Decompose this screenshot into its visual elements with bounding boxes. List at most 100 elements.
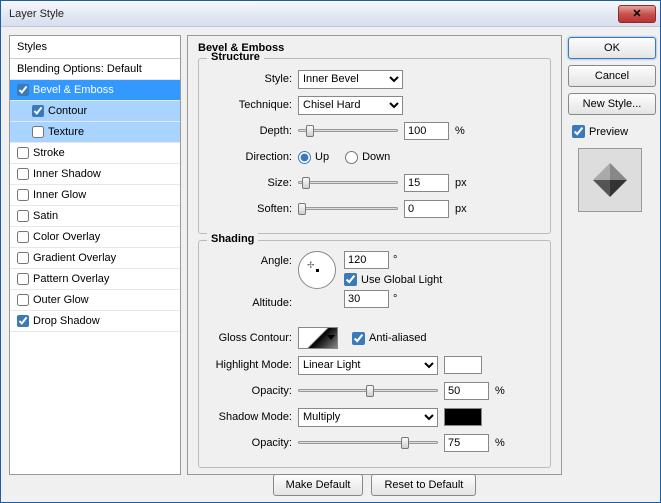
style-checkbox[interactable] xyxy=(17,273,29,285)
new-style-button[interactable]: New Style... xyxy=(568,93,656,115)
highlight-opacity-label: Opacity: xyxy=(207,385,292,397)
depth-unit: % xyxy=(455,125,473,137)
highlight-opacity-slider[interactable] xyxy=(298,384,438,398)
highlight-opacity-unit: % xyxy=(495,385,513,397)
angle-unit: ° xyxy=(393,254,397,266)
style-checkbox[interactable] xyxy=(17,84,29,96)
style-label: Inner Shadow xyxy=(33,168,101,180)
altitude-unit: ° xyxy=(393,293,397,305)
soften-unit: px xyxy=(455,203,473,215)
style-checkbox[interactable] xyxy=(17,315,29,327)
size-label: Size: xyxy=(207,177,292,189)
style-label: Pattern Overlay xyxy=(33,273,109,285)
titlebar[interactable]: Layer Style ✕ xyxy=(1,1,660,27)
style-item-stroke[interactable]: Stroke xyxy=(10,143,180,164)
style-checkbox[interactable] xyxy=(17,189,29,201)
bevel-preview-icon xyxy=(589,159,631,201)
gloss-contour-picker[interactable] xyxy=(298,327,338,349)
cancel-button[interactable]: Cancel xyxy=(568,65,656,87)
style-checkbox[interactable] xyxy=(17,252,29,264)
make-default-button[interactable]: Make Default xyxy=(273,474,364,496)
size-unit: px xyxy=(455,177,473,189)
blending-options[interactable]: Blending Options: Default xyxy=(10,59,180,80)
style-label: Drop Shadow xyxy=(33,315,100,327)
style-label: Style: xyxy=(207,73,292,85)
shading-legend: Shading xyxy=(207,233,258,245)
style-checkbox[interactable] xyxy=(17,231,29,243)
preview-check[interactable]: Preview xyxy=(572,125,652,138)
soften-input[interactable] xyxy=(404,200,449,218)
shadow-opacity-label: Opacity: xyxy=(207,437,292,449)
highlight-mode-select[interactable]: Linear Light xyxy=(298,356,438,375)
style-label: Color Overlay xyxy=(33,231,100,243)
altitude-input[interactable] xyxy=(344,290,389,308)
style-label: Contour xyxy=(48,105,87,117)
style-checkbox[interactable] xyxy=(32,126,44,138)
altitude-label: Altitude: xyxy=(207,297,292,309)
shadow-mode-select[interactable]: Multiply xyxy=(298,408,438,427)
style-item-drop-shadow[interactable]: Drop Shadow xyxy=(10,311,180,332)
styles-list: Styles Blending Options: Default Bevel &… xyxy=(9,35,181,475)
direction-label: Direction: xyxy=(207,151,292,163)
style-item-inner-glow[interactable]: Inner Glow xyxy=(10,185,180,206)
style-item-color-overlay[interactable]: Color Overlay xyxy=(10,227,180,248)
style-label: Stroke xyxy=(33,147,65,159)
technique-select[interactable]: Chisel Hard xyxy=(298,96,403,115)
style-item-gradient-overlay[interactable]: Gradient Overlay xyxy=(10,248,180,269)
layer-style-dialog: Layer Style ✕ Styles Blending Options: D… xyxy=(0,0,661,503)
style-item-inner-shadow[interactable]: Inner Shadow xyxy=(10,164,180,185)
style-label: Bevel & Emboss xyxy=(33,84,114,96)
style-checkbox[interactable] xyxy=(17,210,29,222)
direction-down[interactable]: Down xyxy=(345,151,390,164)
styles-header[interactable]: Styles xyxy=(10,36,180,59)
gloss-label: Gloss Contour: xyxy=(207,332,292,344)
size-slider[interactable] xyxy=(298,176,398,190)
ok-button[interactable]: OK xyxy=(568,37,656,59)
shadow-opacity-input[interactable] xyxy=(444,434,489,452)
angle-label: Angle: xyxy=(207,255,292,267)
depth-label: Depth: xyxy=(207,125,292,137)
style-label: Satin xyxy=(33,210,58,222)
direction-up[interactable]: Up xyxy=(298,151,329,164)
shadow-mode-label: Shadow Mode: xyxy=(207,411,292,423)
highlight-color-swatch[interactable] xyxy=(444,356,482,374)
shadow-opacity-unit: % xyxy=(495,437,513,449)
close-icon: ✕ xyxy=(632,7,641,20)
window-title: Layer Style xyxy=(9,8,618,20)
style-select[interactable]: Inner Bevel xyxy=(298,70,403,89)
style-item-pattern-overlay[interactable]: Pattern Overlay xyxy=(10,269,180,290)
style-item-texture[interactable]: Texture xyxy=(10,122,180,143)
style-label: Gradient Overlay xyxy=(33,252,116,264)
style-checkbox[interactable] xyxy=(17,147,29,159)
style-item-satin[interactable]: Satin xyxy=(10,206,180,227)
style-checkbox[interactable] xyxy=(32,105,44,117)
highlight-opacity-input[interactable] xyxy=(444,382,489,400)
close-button[interactable]: ✕ xyxy=(618,5,656,23)
reset-default-button[interactable]: Reset to Default xyxy=(371,474,476,496)
structure-legend: Structure xyxy=(207,51,264,63)
right-buttons: OK Cancel New Style... Preview xyxy=(568,35,652,494)
preview-thumbnail xyxy=(578,148,642,212)
chevron-down-icon xyxy=(327,335,335,340)
shadow-opacity-slider[interactable] xyxy=(298,436,438,450)
style-item-bevel-emboss[interactable]: Bevel & Emboss xyxy=(10,80,180,101)
style-item-contour[interactable]: Contour xyxy=(10,101,180,122)
global-light-check[interactable]: Use Global Light xyxy=(344,273,442,286)
angle-dial[interactable]: ✢ xyxy=(298,251,336,289)
style-label: Texture xyxy=(48,126,84,138)
style-item-outer-glow[interactable]: Outer Glow xyxy=(10,290,180,311)
antialiased-check[interactable]: Anti-aliased xyxy=(352,332,426,345)
angle-input[interactable] xyxy=(344,251,389,269)
crosshair-icon: ✢ xyxy=(307,260,315,271)
style-label: Inner Glow xyxy=(33,189,86,201)
shadow-color-swatch[interactable] xyxy=(444,408,482,426)
style-checkbox[interactable] xyxy=(17,294,29,306)
style-checkbox[interactable] xyxy=(17,168,29,180)
depth-slider[interactable] xyxy=(298,124,398,138)
size-input[interactable] xyxy=(404,174,449,192)
soften-label: Soften: xyxy=(207,203,292,215)
settings-panel: Bevel & Emboss Structure Style: Inner Be… xyxy=(187,35,562,475)
technique-label: Technique: xyxy=(207,99,292,111)
soften-slider[interactable] xyxy=(298,202,398,216)
depth-input[interactable] xyxy=(404,122,449,140)
